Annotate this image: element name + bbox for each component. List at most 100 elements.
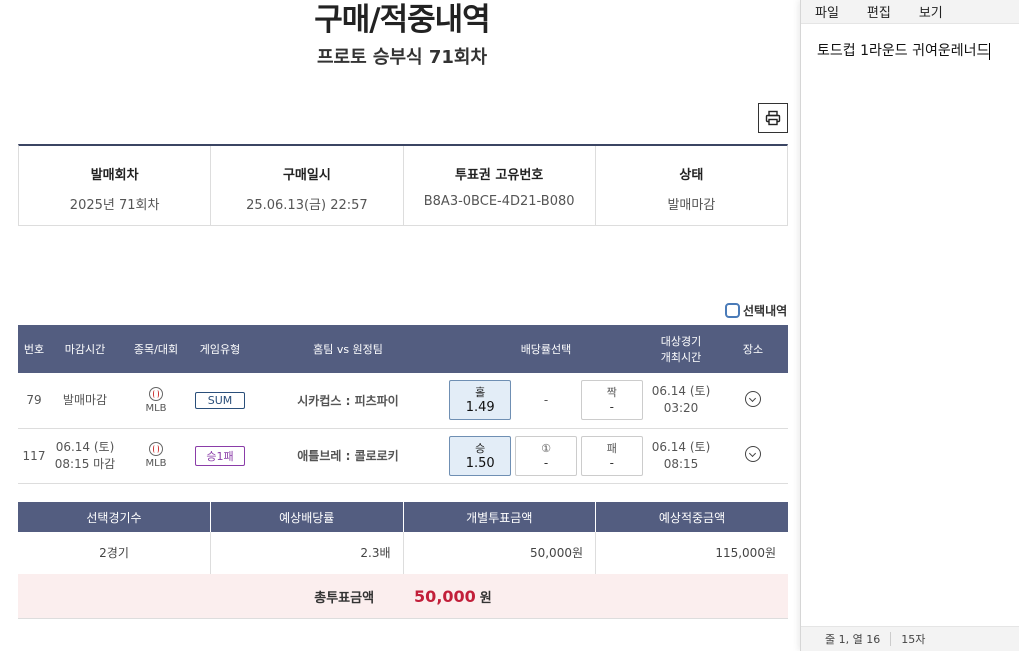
summary-games: 2경기 <box>18 532 211 575</box>
summary-row: 2경기 2.3배 50,000원 115,000원 <box>18 532 788 575</box>
notepad-editor[interactable]: 토드컵 1라운드 귀여운레너드 <box>801 24 1019 60</box>
summary-col-odds: 예상배당률 <box>210 502 404 532</box>
summary-col-payout: 예상적중금액 <box>595 502 788 532</box>
info-label: 투표권 고유번호 <box>455 168 544 183</box>
print-button[interactable] <box>758 103 788 133</box>
game-type-badge: 승1패 <box>195 445 245 466</box>
summary-stake: 50,000원 <box>403 532 596 575</box>
menu-edit[interactable]: 편집 <box>867 2 891 21</box>
match-date: 06.14 (토) <box>651 384 711 399</box>
info-value: 25.06.13(금) 22:57 <box>246 198 368 213</box>
odds-option[interactable]: 짝 - <box>580 380 643 421</box>
purchase-history-page: 구매/적중내역 프로토 승부식 71회차 발매회차 2025년 71회차 구매일… <box>0 0 800 651</box>
summary-odds: 2.3배 <box>210 532 404 575</box>
row-no: 117 <box>18 428 50 484</box>
menu-view[interactable]: 보기 <box>919 2 943 21</box>
row-odds: 홀 1.49 - 짝 - <box>448 373 644 429</box>
deadline-line1: 06.14 (토) <box>55 439 115 454</box>
info-purchase-date: 구매일시 25.06.13(금) 22:57 <box>211 146 404 225</box>
total-amount: 50,000 <box>414 586 476 606</box>
table-row: 79 발매마감 MLB SUM 시카컵스 : 피츠파이 홀 1.49 - 짝 -… <box>18 373 788 429</box>
odds-label: 짝 <box>606 386 617 400</box>
odds-value: 1.49 <box>465 400 495 416</box>
odds-option-selected[interactable]: 승 1.50 <box>449 435 512 476</box>
odds-label: 패 <box>606 441 617 455</box>
odds-value: - <box>609 400 614 415</box>
total-bet-bar: 총투표금액 50,000 원 <box>18 574 788 619</box>
col-venue: 장소 <box>718 325 788 373</box>
row-teams: 시카컵스 : 피츠파이 <box>248 373 448 429</box>
col-match-time-line2: 개최시간 <box>660 351 702 364</box>
sport-label: MLB <box>145 402 167 414</box>
row-type: SUM <box>192 373 248 429</box>
baseball-icon <box>149 442 163 456</box>
baseball-icon <box>149 386 163 401</box>
row-venue <box>718 373 788 429</box>
total-label: 총투표금액 <box>314 590 375 606</box>
col-type: 게임유형 <box>192 325 248 373</box>
odds-value: - <box>543 455 549 470</box>
status-char-count: 15자 <box>901 633 926 646</box>
odds-option-selected[interactable]: 홀 1.49 <box>449 380 512 421</box>
printer-icon <box>765 110 781 126</box>
row-match-time: 06.14 (토) 03:20 <box>644 373 718 429</box>
games-header-row: 번호 마감시간 종목/대회 게임유형 홈팀 vs 원정팀 배당률선택 대상경기 … <box>18 325 788 373</box>
odds-label: 홀 <box>475 386 486 400</box>
status-position: 줄 1, 열 16 <box>825 633 881 646</box>
row-deadline: 발매마감 <box>50 373 120 429</box>
odds-value: - <box>609 455 614 470</box>
summary-header-row: 선택경기수 예상배당률 개별투표금액 예상적중금액 <box>18 502 788 532</box>
row-match-time: 06.14 (토) 08:15 <box>644 428 718 484</box>
row-type: 승1패 <box>192 428 248 484</box>
col-odds: 배당률선택 <box>448 325 644 373</box>
game-type-badge: SUM <box>195 391 245 409</box>
summary-col-games: 선택경기수 <box>18 502 211 532</box>
odds-option[interactable]: 패 - <box>580 435 643 476</box>
odds-label: 승 <box>475 441 486 455</box>
odds-option[interactable]: ① - <box>515 435 577 476</box>
page-title: 구매/적중내역 <box>314 2 490 38</box>
info-ticket-id: 투표권 고유번호 B8A3-0BCE-4D21-B080 <box>404 146 596 225</box>
notepad-window: 파일 편집 보기 토드컵 1라운드 귀여운레너드 줄 1, 열 16 15자 <box>800 0 1019 651</box>
odds-label: - <box>543 393 549 408</box>
venue-chevron-icon[interactable] <box>745 446 761 462</box>
notepad-statusbar: 줄 1, 열 16 15자 <box>801 626 1019 651</box>
total-unit: 원 <box>479 590 492 606</box>
menu-file[interactable]: 파일 <box>815 2 839 21</box>
text-caret <box>989 42 991 60</box>
venue-chevron-icon[interactable] <box>745 390 761 407</box>
col-sport: 종목/대회 <box>120 325 192 373</box>
deadline-line2: 08:15 마감 <box>54 456 116 471</box>
ticket-info-panel: 발매회차 2025년 71회차 구매일시 25.06.13(금) 22:57 투… <box>18 144 788 226</box>
info-value: B8A3-0BCE-4D21-B080 <box>423 194 575 209</box>
sport-label: MLB <box>145 458 167 469</box>
match-date: 06.14 (토) <box>651 439 711 454</box>
games-table: 번호 마감시간 종목/대회 게임유형 홈팀 vs 원정팀 배당률선택 대상경기 … <box>18 325 788 484</box>
col-deadline: 마감시간 <box>50 325 120 373</box>
col-match-time-line1: 대상경기 <box>660 335 702 348</box>
table-row: 117 06.14 (토) 08:15 마감 MLB 승1패 애틀브레 : 콜로… <box>18 428 788 484</box>
info-round: 발매회차 2025년 71회차 <box>19 146 212 225</box>
odds-option-empty: - <box>515 393 577 407</box>
info-value: 발매마감 <box>667 198 716 213</box>
info-label: 발매회차 <box>90 168 139 183</box>
col-no: 번호 <box>18 325 50 373</box>
page-subtitle: 프로토 승부식 71회차 <box>316 47 488 68</box>
match-time: 03:20 <box>663 401 699 416</box>
editor-text: 토드컵 1라운드 귀여운레너드 <box>817 43 990 59</box>
row-teams: 애틀브레 : 콜로로키 <box>248 428 448 484</box>
row-sport: MLB <box>120 428 192 484</box>
selection-toggle-label: 선택내역 <box>743 304 788 318</box>
checkbox-icon[interactable] <box>725 303 740 318</box>
summary-payout: 115,000원 <box>595 532 788 575</box>
row-odds: 승 1.50 ① - 패 - <box>448 428 644 484</box>
row-sport: MLB <box>120 373 192 429</box>
odds-value: 1.50 <box>465 455 495 471</box>
col-teams: 홈팀 vs 원정팀 <box>248 325 448 373</box>
row-no: 79 <box>18 373 50 429</box>
info-label: 상태 <box>679 168 704 183</box>
row-deadline: 06.14 (토) 08:15 마감 <box>50 428 120 484</box>
match-time: 08:15 <box>663 456 699 471</box>
status-divider <box>890 632 892 646</box>
selection-only-toggle[interactable]: 선택내역 <box>725 302 787 319</box>
